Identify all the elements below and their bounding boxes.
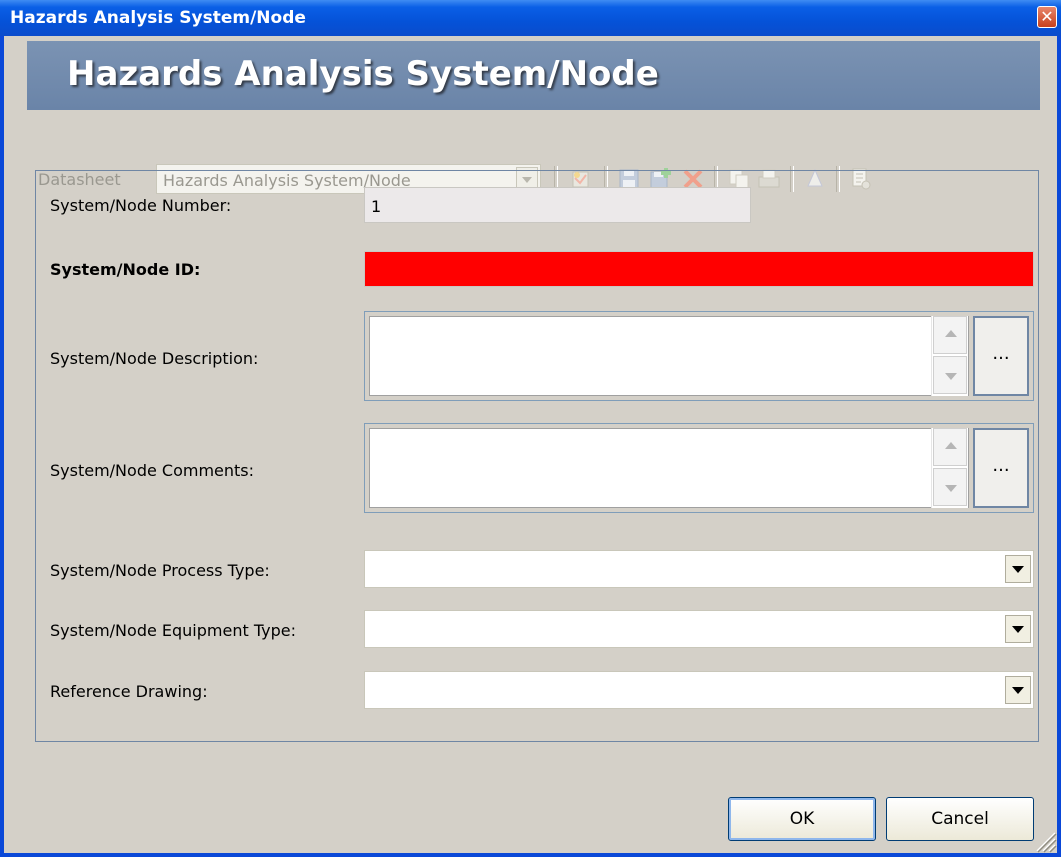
equipment-type-select[interactable] — [364, 610, 1034, 648]
reference-drawing-select[interactable] — [364, 671, 1034, 709]
comments-textarea[interactable] — [369, 428, 969, 508]
comments-memo: ... — [364, 423, 1034, 513]
window-title: Hazards Analysis System/Node — [10, 8, 306, 28]
resize-grip-icon[interactable] — [1033, 829, 1057, 853]
comments-scrollbar[interactable] — [931, 428, 968, 508]
cancel-button[interactable]: Cancel — [886, 797, 1034, 841]
description-label: System/Node Description: — [50, 349, 259, 368]
datasheet-panel: System/Node Number: 1 System/Node ID: Sy… — [35, 170, 1039, 742]
scroll-up-icon[interactable] — [933, 428, 967, 466]
scroll-up-icon[interactable] — [933, 316, 967, 354]
chevron-down-icon[interactable] — [1005, 676, 1031, 704]
system-node-number-field[interactable]: 1 — [364, 187, 751, 223]
process-type-label: System/Node Process Type: — [50, 561, 270, 580]
scroll-down-icon[interactable] — [933, 356, 967, 394]
close-icon: ✕ — [1040, 7, 1054, 26]
system-node-id-field[interactable] — [364, 251, 1034, 287]
ok-button[interactable]: OK — [728, 797, 876, 841]
process-type-select[interactable] — [364, 550, 1034, 588]
dialog-client: Hazards Analysis System/Node Datasheet H… — [4, 36, 1057, 853]
close-button[interactable]: ✕ — [1037, 6, 1057, 28]
description-textarea[interactable] — [369, 316, 969, 396]
description-expand-button[interactable]: ... — [973, 316, 1029, 396]
equipment-type-label: System/Node Equipment Type: — [50, 621, 296, 640]
reference-drawing-label: Reference Drawing: — [50, 682, 208, 701]
title-bar[interactable]: Hazards Analysis System/Node ✕ — [0, 0, 1061, 36]
scroll-down-icon[interactable] — [933, 468, 967, 506]
system-node-number-value: 1 — [371, 197, 382, 216]
number-label: System/Node Number: — [50, 196, 232, 215]
comments-label: System/Node Comments: — [50, 461, 255, 480]
header-banner: Hazards Analysis System/Node — [27, 41, 1040, 110]
page-title: Hazards Analysis System/Node — [67, 54, 659, 94]
chevron-down-icon[interactable] — [1005, 615, 1031, 643]
comments-expand-button[interactable]: ... — [973, 428, 1029, 508]
id-label: System/Node ID: — [50, 260, 201, 279]
chevron-down-icon[interactable] — [1005, 555, 1031, 583]
description-memo: ... — [364, 311, 1034, 401]
description-scrollbar[interactable] — [931, 316, 968, 396]
dialog-window: Hazards Analysis System/Node ✕ Hazards A… — [0, 0, 1061, 857]
